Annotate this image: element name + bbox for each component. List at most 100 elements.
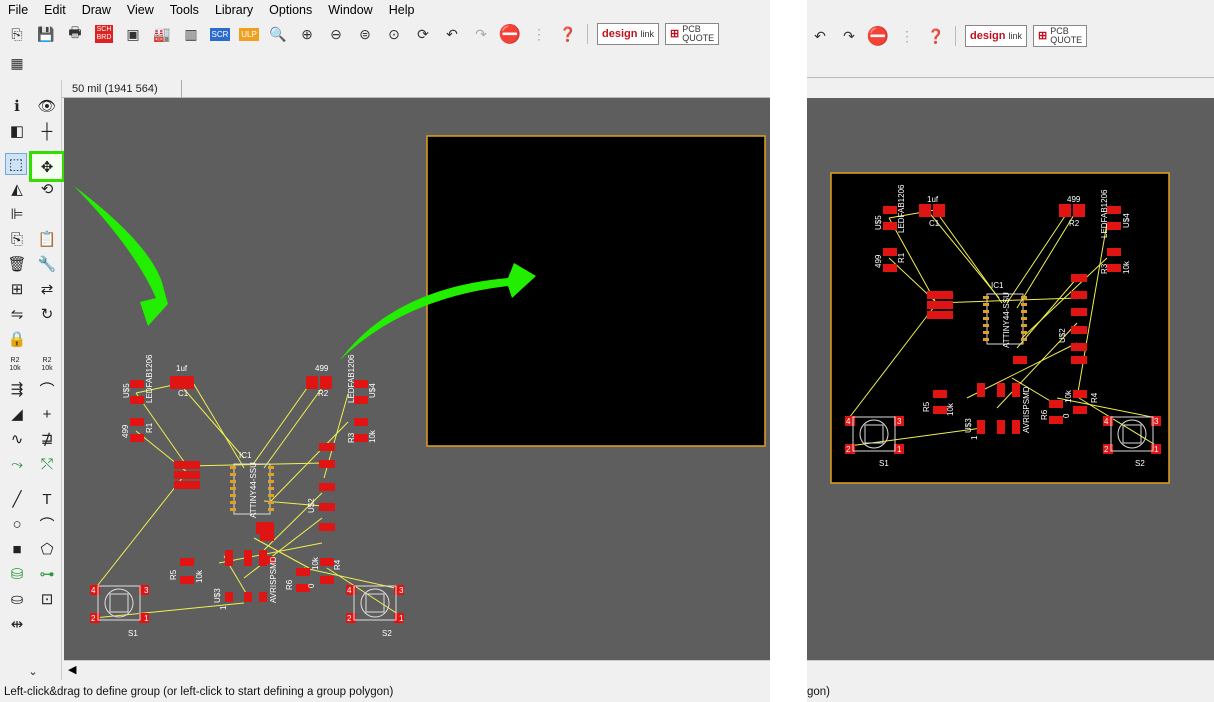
main-toolbar: ↶ ↷ ⛔ ⋮ ❓ design link ⊞ PCB QUOTE xyxy=(807,23,1214,49)
toolbar-separator xyxy=(587,24,588,44)
factory-icon[interactable]: 🏭 xyxy=(149,22,175,46)
horizontal-scrollbar[interactable]: ◀ xyxy=(64,660,770,680)
help-icon[interactable]: ❓ xyxy=(555,22,581,46)
copy-icon[interactable]: ⎘ xyxy=(6,228,28,250)
label-ic1: IC1 xyxy=(991,281,1004,290)
arc-icon[interactable]: ⌒ xyxy=(36,513,58,535)
autorouter-icon[interactable]: ⤲ xyxy=(36,453,58,475)
menu-window[interactable]: Window xyxy=(320,0,380,20)
menu-tools[interactable]: Tools xyxy=(162,0,207,20)
designlink-button[interactable]: design link xyxy=(965,25,1027,47)
grid-icon[interactable]: ▦ xyxy=(4,51,30,75)
label-r3-value: 10k xyxy=(368,429,377,443)
replace-icon[interactable]: ⇄ xyxy=(36,278,58,300)
menu-help[interactable]: Help xyxy=(381,0,423,20)
stop-icon[interactable]: ⛔ xyxy=(497,22,523,46)
delete-icon[interactable]: 🗑 xyxy=(6,253,28,275)
wire-icon[interactable]: ╱ xyxy=(6,488,28,510)
wrench-icon[interactable]: 🔧 xyxy=(36,253,58,275)
name-icon[interactable]: R2 10k xyxy=(4,354,26,376)
go-icon[interactable]: ⋮ xyxy=(894,24,920,48)
group-icon[interactable]: ⬚ xyxy=(5,153,27,175)
circle-icon[interactable]: ○ xyxy=(6,513,28,535)
help-icon[interactable]: ❓ xyxy=(923,24,949,48)
label-r4: R4 xyxy=(333,559,342,570)
scroll-left-icon[interactable]: ◀ xyxy=(68,663,76,676)
zoom-last-icon[interactable]: ⊙ xyxy=(381,22,407,46)
board-canvas[interactable]: U$5 LEDFAB1206 1uf C1 499 R1 499 R2 LEDF… xyxy=(807,98,1214,660)
menu-library[interactable]: Library xyxy=(207,0,261,20)
label-r5: R5 xyxy=(169,569,178,580)
pin-2: 2 xyxy=(846,445,851,454)
print-icon[interactable]: 🖶 xyxy=(62,22,88,46)
polygon-icon[interactable]: ⬠ xyxy=(36,538,58,560)
menu-draw[interactable]: Draw xyxy=(74,0,119,20)
save-icon[interactable]: 💾 xyxy=(33,22,59,46)
library-icon[interactable]: ▥ xyxy=(178,22,204,46)
eagle-window-right: ↶ ↷ ⛔ ⋮ ❓ design link ⊞ PCB QUOTE U$5 LE… xyxy=(807,0,1214,702)
zoom-select-icon[interactable]: ⊜ xyxy=(352,22,378,46)
info-icon[interactable]: ℹ xyxy=(6,95,28,117)
menu-options[interactable]: Options xyxy=(261,0,320,20)
label-u2: U$2 xyxy=(307,498,316,513)
hole-icon[interactable]: ⛀ xyxy=(6,588,28,610)
label-r5-value: 10k xyxy=(946,402,955,416)
rotate-icon[interactable]: ⟲ xyxy=(36,178,58,200)
pcb-quote-button[interactable]: ⊞ PCB QUOTE xyxy=(664,23,720,45)
dimension-icon[interactable]: ⇹ xyxy=(6,613,28,635)
undo-icon[interactable]: ↶ xyxy=(439,22,465,46)
optimize-icon[interactable]: + xyxy=(36,403,58,425)
cam-icon[interactable]: ▣ xyxy=(120,22,146,46)
show-icon[interactable]: 👁 xyxy=(36,95,58,117)
redo-icon[interactable]: ↷ xyxy=(836,24,862,48)
sch-brd-switch-button[interactable]: SCH BRD xyxy=(91,22,117,46)
meander-icon[interactable]: ∿ xyxy=(6,428,28,450)
rectangle-icon[interactable]: ■ xyxy=(6,538,28,560)
attribute-icon[interactable]: ⊡ xyxy=(36,588,58,610)
designlink-button[interactable]: design link xyxy=(597,23,659,45)
more-tools-icon[interactable]: ⌄ xyxy=(22,660,44,682)
miter-icon[interactable]: ⌒ xyxy=(36,378,58,400)
redraw-icon[interactable]: ⟳ xyxy=(410,22,436,46)
ripup-icon[interactable]: ⤳ xyxy=(6,453,28,475)
split-icon[interactable]: ◢ xyxy=(6,403,28,425)
signal-icon[interactable]: ⊶ xyxy=(36,563,58,585)
label-r4: R4 xyxy=(1090,392,1099,403)
zoom-in-icon[interactable]: ⊕ xyxy=(294,22,320,46)
script-button[interactable]: SCR xyxy=(207,22,233,46)
zoom-out-icon[interactable]: ⊖ xyxy=(323,22,349,46)
menu-edit[interactable]: Edit xyxy=(36,0,74,20)
go-icon[interactable]: ⋮ xyxy=(526,22,552,46)
ulp-button[interactable]: ULP xyxy=(236,22,262,46)
label-r1-value: 499 xyxy=(874,254,883,268)
swap-icon[interactable]: ⇋ xyxy=(6,303,28,325)
stop-icon[interactable]: ⛔ xyxy=(865,24,891,48)
status-bar: Left-click&drag to define group (or left… xyxy=(4,686,394,698)
board-canvas[interactable]: U$5 LEDFAB1206 1uf C1 499 R1 499 R2 LEDF… xyxy=(64,98,770,660)
mark-icon[interactable]: ┼ xyxy=(36,120,58,142)
menu-file[interactable]: File xyxy=(0,0,36,20)
pcb-quote-button[interactable]: ⊞ PCB QUOTE xyxy=(1032,25,1088,47)
horizontal-scrollbar[interactable] xyxy=(807,660,1214,680)
grid-toolbar xyxy=(807,50,1214,78)
lock-icon[interactable]: 🔒 xyxy=(6,328,28,350)
layers-icon[interactable]: ◧ xyxy=(6,120,28,142)
pin-swap-icon[interactable]: ↻ xyxy=(36,303,58,325)
paste-icon[interactable]: 📋 xyxy=(36,228,58,250)
open-icon[interactable]: ⎘ xyxy=(4,22,30,46)
undo-icon[interactable]: ↶ xyxy=(807,24,833,48)
smash-icon[interactable]: ⇶ xyxy=(6,378,28,400)
mirror-icon[interactable]: ◭ xyxy=(6,178,28,200)
via-icon[interactable]: ⛁ xyxy=(6,563,28,585)
label-ic1-part: ATTINY44-SSU xyxy=(1002,292,1011,348)
zoom-fit-icon[interactable]: 🔍 xyxy=(265,22,291,46)
value-icon[interactable]: R2 10k xyxy=(36,354,58,376)
eagle-window-left: File Edit Draw View Tools Library Option… xyxy=(0,0,770,702)
route-icon[interactable]: ⋣ xyxy=(36,428,58,450)
redo-icon[interactable]: ↷ xyxy=(468,22,494,46)
align-icon[interactable]: ⊫ xyxy=(6,203,28,225)
menu-view[interactable]: View xyxy=(119,0,162,20)
add-part-icon[interactable]: ⊞ xyxy=(6,278,28,300)
text-icon[interactable]: T xyxy=(36,488,58,510)
label-r2-value: 499 xyxy=(315,364,329,373)
